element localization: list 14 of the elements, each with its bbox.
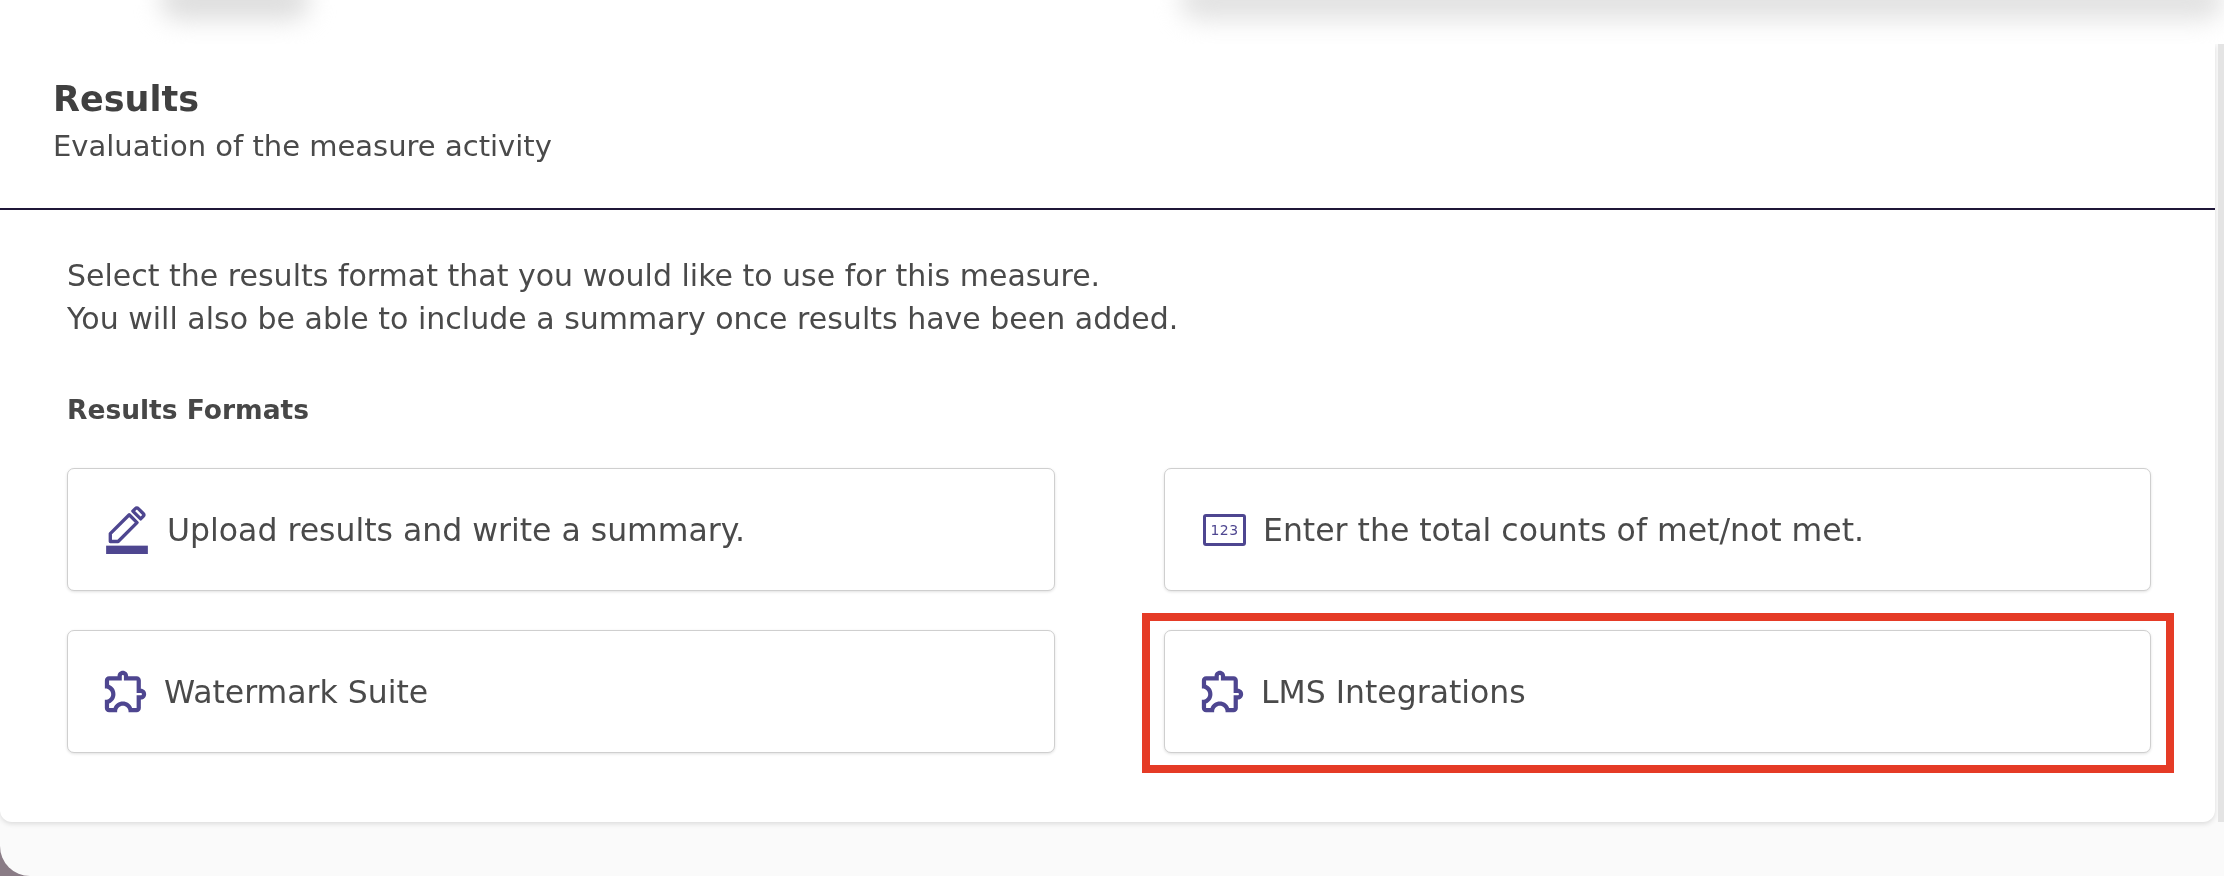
format-option[interactable]: LMS Integrations xyxy=(1164,630,2151,753)
numbers-icon: 123 xyxy=(1203,513,1246,546)
format-option[interactable]: Upload results and write a summary. xyxy=(67,468,1055,591)
format-option[interactable]: Watermark Suite xyxy=(67,630,1055,753)
formats-heading: Results Formats xyxy=(67,393,310,427)
puzzle-icon xyxy=(104,670,147,713)
panel-subtitle: Evaluation of the measure activity xyxy=(53,128,553,165)
instruction-text: Select the results format that you would like to use for this measure. xyxy=(67,257,1102,295)
panel-title: Results xyxy=(53,78,200,121)
pencil-icon xyxy=(104,505,150,554)
format-option[interactable]: 123 Enter the total counts of met/not met. xyxy=(1164,468,2151,591)
instruction-text: You will also be able to include a summary once results have been added. xyxy=(67,300,1180,338)
scrollbar-track[interactable] xyxy=(2218,44,2224,822)
puzzle-icon xyxy=(1201,670,1244,713)
